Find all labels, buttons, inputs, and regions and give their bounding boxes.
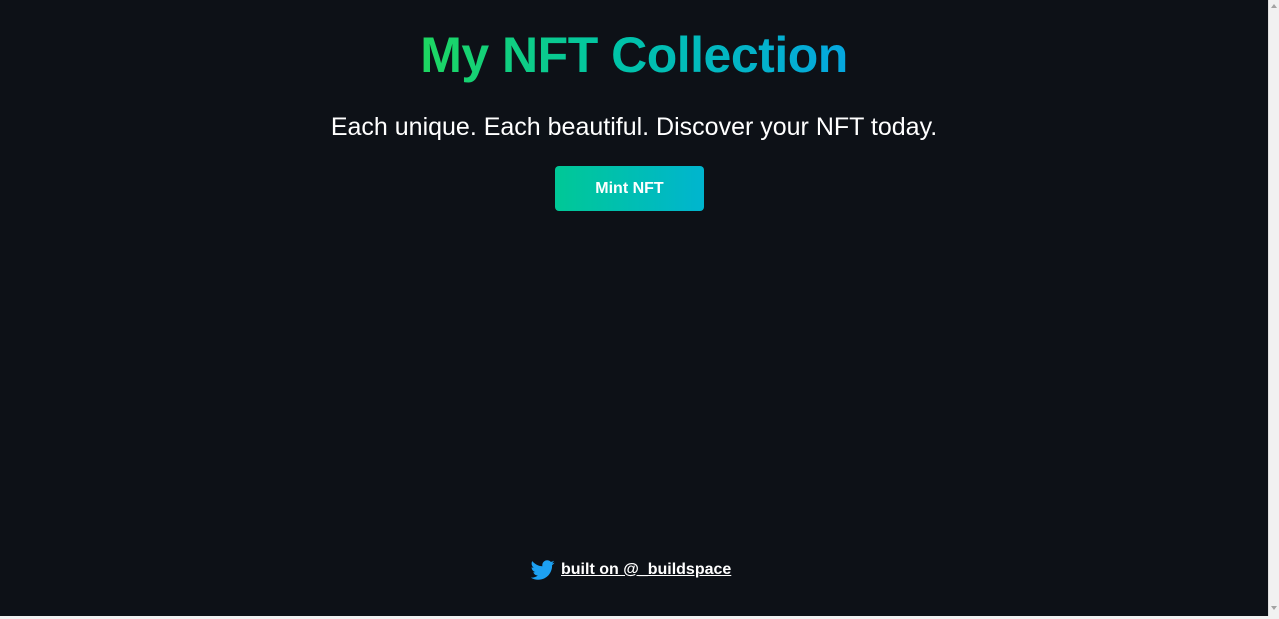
mint-nft-button[interactable]: Mint NFT bbox=[555, 166, 704, 211]
vertical-scrollbar[interactable] bbox=[1268, 0, 1279, 616]
twitter-icon bbox=[530, 558, 555, 582]
app-container: My NFT Collection Each unique. Each beau… bbox=[0, 0, 1268, 616]
page-title: My NFT Collection bbox=[420, 24, 848, 86]
scroll-down-icon[interactable] bbox=[1271, 606, 1277, 610]
header: My NFT Collection bbox=[0, 24, 1268, 86]
scroll-up-icon[interactable] bbox=[1271, 4, 1277, 8]
page: My NFT Collection Each unique. Each beau… bbox=[0, 0, 1279, 619]
buildspace-link[interactable]: built on @_buildspace bbox=[561, 561, 731, 579]
footer: built on @_buildspace bbox=[530, 557, 731, 583]
page-subtitle: Each unique. Each beautiful. Discover yo… bbox=[330, 113, 938, 141]
